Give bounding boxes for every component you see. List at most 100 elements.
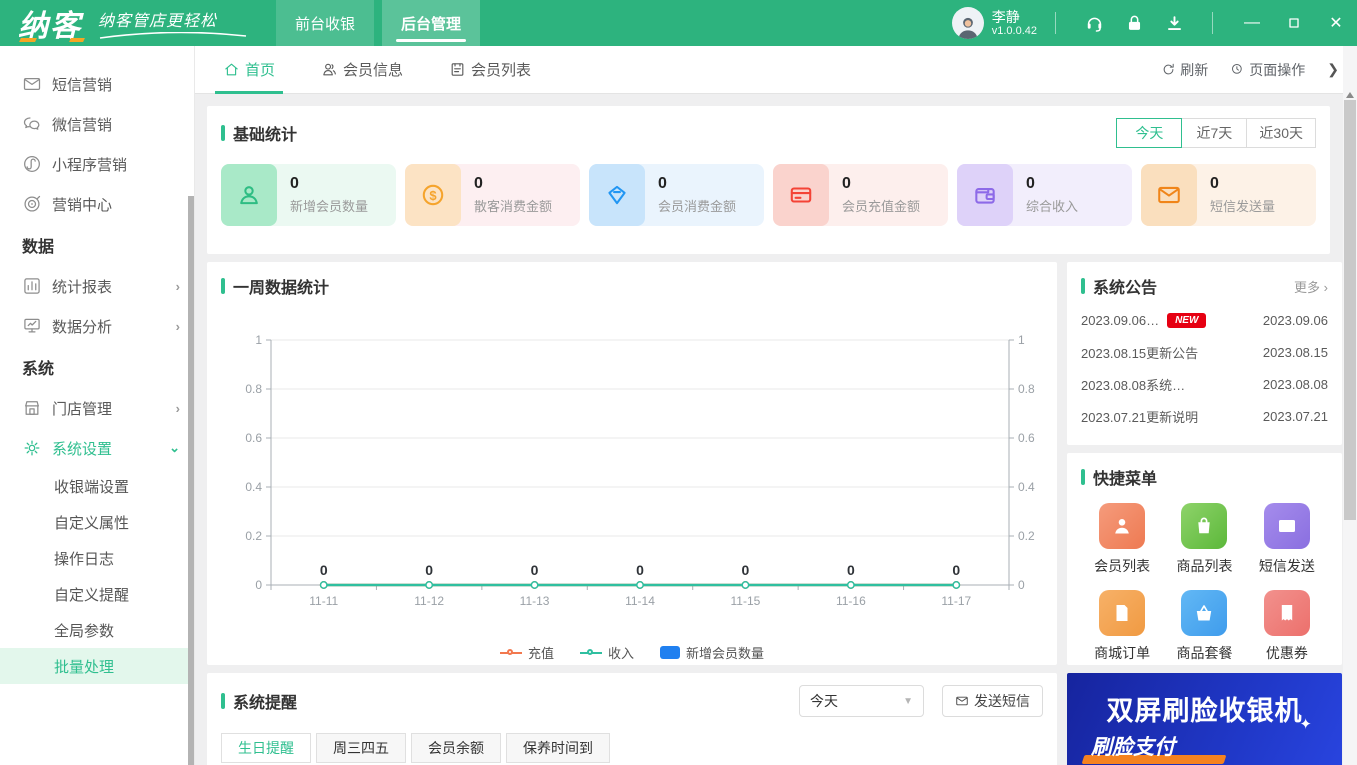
sidebar-scrollbar-thumb[interactable] <box>188 196 194 765</box>
range-button[interactable]: 近30天 <box>1246 118 1316 148</box>
coin-icon: $ <box>405 164 461 226</box>
reminder-date-value: 今天 <box>810 693 838 709</box>
legend-item[interactable]: 收入 <box>579 643 634 662</box>
tab-home[interactable]: 首页 <box>214 46 284 94</box>
logo-accent-mark-2 <box>69 38 85 42</box>
download-icon[interactable] <box>1154 0 1194 46</box>
sidebar-item[interactable]: 门店管理 › <box>0 388 194 428</box>
sidebar-item[interactable]: 短信营销 <box>0 64 194 104</box>
support-headset-icon[interactable] <box>1074 0 1114 46</box>
tabbar-chevron-icon[interactable]: ❯ <box>1327 61 1339 78</box>
reminder-tab[interactable]: 生日提醒 <box>221 733 311 763</box>
header-tab-backoffice[interactable]: 后台管理 <box>382 0 480 46</box>
reminder-tab[interactable]: 保养时间到 <box>506 733 610 763</box>
page-ops-icon <box>1230 62 1245 77</box>
send-sms-button[interactable]: 发送短信 <box>942 685 1043 717</box>
close-icon[interactable]: ✕ <box>1315 0 1357 46</box>
legend-item[interactable]: 充值 <box>499 643 554 662</box>
ad-banner[interactable]: 双屏刷脸收银机 刷脸支付 ✦ <box>1067 673 1342 765</box>
quick-menu-item[interactable]: 商品套餐 <box>1176 590 1232 663</box>
tab-label: 首页 <box>245 62 276 79</box>
svg-text:0: 0 <box>320 562 328 578</box>
sidebar-subitem[interactable]: 自定义提醒 <box>0 576 194 612</box>
sidebar-subitem[interactable]: 收银端设置 <box>0 468 194 504</box>
reminder-date-select[interactable]: 今天 ▼ <box>799 685 924 717</box>
announcement-row[interactable]: 2023.08.08系统… 2023.08.08 <box>1081 368 1328 400</box>
quick-menu-item[interactable]: 商城订单 <box>1094 590 1150 663</box>
range-button[interactable]: 今天 <box>1116 118 1183 148</box>
tab-list[interactable]: 会员列表 <box>447 46 533 94</box>
main-scrollbar[interactable] <box>1343 46 1357 765</box>
gear-icon <box>22 438 42 458</box>
svg-text:0.4: 0.4 <box>1018 480 1035 494</box>
stat-value: 0 <box>658 175 667 192</box>
barchart-icon <box>22 276 42 296</box>
basket-fill-icon <box>1181 590 1228 636</box>
sidebar-item-label: 短信营销 <box>52 76 113 94</box>
quick-menu-item[interactable]: 会员列表 <box>1094 503 1150 576</box>
sidebar-subitem-label: 全局参数 <box>54 622 115 640</box>
minimize-icon[interactable]: — <box>1231 0 1273 46</box>
sidebar-subitem[interactable]: 自定义属性 <box>0 504 194 540</box>
target-icon <box>22 194 42 214</box>
sidebar-subitem[interactable]: 全局参数 <box>0 612 194 648</box>
legend-bar-marker <box>660 646 680 659</box>
svg-text:0.8: 0.8 <box>1018 382 1035 396</box>
sidebar-item[interactable]: 营销中心 <box>0 184 194 224</box>
sidebar-item-label: 微信营销 <box>52 116 113 134</box>
sidebar-item[interactable]: 统计报表 › <box>0 266 194 306</box>
announcement-row[interactable]: 2023.09.06… NEW 2023.09.06 <box>1081 304 1328 336</box>
announcements-more-link[interactable]: 更多 › <box>1294 277 1328 296</box>
quick-menu-item[interactable]: 短信发送 <box>1259 503 1315 576</box>
svg-text:11-15: 11-15 <box>731 594 761 608</box>
announcement-row[interactable]: 2023.07.21更新说明 2023.07.21 <box>1081 400 1328 432</box>
sidebar-subitem[interactable]: 操作日志 <box>0 540 194 576</box>
main-scrollbar-thumb[interactable] <box>1344 100 1356 520</box>
select-caret-icon: ▼ <box>903 695 913 707</box>
range-button[interactable]: 近7天 <box>1181 118 1248 148</box>
envelope-fill-icon <box>1263 503 1310 549</box>
user-info[interactable]: 李静 v1.0.0.42 <box>992 9 1037 38</box>
app-slogan-text: 纳客管店更轻松 <box>98 12 218 30</box>
announcement-row[interactable]: 2023.08.15更新公告 2023.08.15 <box>1081 336 1328 368</box>
reminder-tab[interactable]: 周三四五 <box>316 733 406 763</box>
legend-label: 收入 <box>607 646 634 661</box>
bag-fill-icon <box>1181 503 1228 549</box>
svg-text:1: 1 <box>1018 333 1025 347</box>
header-tab-frontdesk[interactable]: 前台收银 <box>276 0 374 46</box>
quick-menu-label: 商品套餐 <box>1176 645 1233 661</box>
legend-label: 充值 <box>527 646 554 661</box>
stat-label: 散客消费金额 <box>474 199 553 214</box>
coupon-fill-icon <box>1263 590 1310 636</box>
scrollbar-up-arrow-icon[interactable] <box>1346 92 1354 98</box>
quick-menu-item[interactable]: 商品列表 <box>1176 503 1232 576</box>
reminder-tab[interactable]: 会员余额 <box>411 733 501 763</box>
legend-item[interactable]: 新增会员数量 <box>660 643 764 662</box>
quick-menu-item[interactable]: 优惠券 <box>1263 590 1310 663</box>
stat-label: 会员消费金额 <box>658 199 737 214</box>
app-slogan: 纳客管店更轻松 <box>98 7 248 40</box>
sidebar-item[interactable]: 微信营销 <box>0 104 194 144</box>
stat-label: 新增会员数量 <box>290 199 369 214</box>
wallet-icon <box>957 164 1013 226</box>
sidebar-subitem-label: 收银端设置 <box>54 478 130 496</box>
svg-text:11-11: 11-11 <box>309 594 338 608</box>
sidebar-item[interactable]: 系统设置 ⌄ <box>0 428 194 468</box>
announcements-title: 系统公告 <box>1081 274 1157 298</box>
announcement-title: 2023.08.08系统… <box>1081 377 1186 393</box>
maximize-icon[interactable] <box>1273 0 1315 46</box>
sidebar-subitem[interactable]: 批量处理 <box>0 648 194 684</box>
sidebar-item[interactable]: 小程序营销 <box>0 144 194 184</box>
sidebar-item-label: 数据分析 <box>52 318 113 336</box>
lock-icon[interactable] <box>1114 0 1154 46</box>
tab-member[interactable]: 会员信息 <box>319 46 405 94</box>
page-ops-button[interactable]: 页面操作 <box>1230 60 1305 80</box>
sidebar-subitem-label: 批量处理 <box>54 658 115 676</box>
envelope-icon <box>1141 164 1197 226</box>
sidebar-subitem-label: 自定义提醒 <box>54 586 130 604</box>
sidebar-subitem-label: 操作日志 <box>54 550 115 568</box>
sidebar-item[interactable]: 数据分析 › <box>0 306 194 346</box>
refresh-label: 刷新 <box>1180 61 1209 78</box>
refresh-button[interactable]: 刷新 <box>1161 60 1208 80</box>
avatar[interactable] <box>951 7 984 39</box>
